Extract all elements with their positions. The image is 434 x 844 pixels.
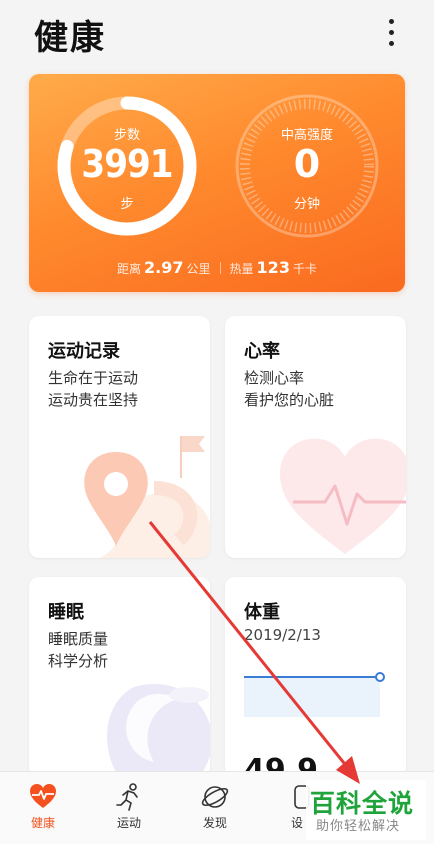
- planet-icon: [201, 786, 229, 808]
- nav-item-health[interactable]: 健康: [0, 772, 86, 844]
- card-subtitle: 生命在于运动: [48, 369, 139, 387]
- nav-item-discover[interactable]: 发现: [172, 772, 258, 844]
- card-title: 体重: [244, 602, 280, 623]
- weight-card[interactable]: 体重 2019/2/13 49.9: [225, 577, 406, 777]
- page-title: 健康: [34, 18, 106, 58]
- more-options-icon[interactable]: [380, 16, 404, 50]
- app-header: 健康: [0, 0, 434, 70]
- calories-value: 123: [256, 258, 290, 277]
- steps-unit: 步: [120, 197, 134, 212]
- distance-calories-summary: 距离 2.97 公里 热量 123 千卡: [29, 258, 405, 277]
- weight-date: 2019/2/13: [244, 626, 321, 644]
- distance-value: 2.97: [144, 258, 184, 277]
- calories-unit: 千卡: [292, 262, 317, 276]
- card-subtitle: 运动贵在坚持: [48, 391, 139, 409]
- nav-item-exercise[interactable]: 运动: [86, 772, 172, 844]
- sleep-card[interactable]: 睡眠 睡眠质量 科学分析: [29, 577, 210, 777]
- intensity-unit: 分钟: [293, 197, 320, 212]
- card-subtitle: 检测心率: [244, 369, 305, 387]
- heart-rate-card[interactable]: 心率 检测心率 看护您的心脏: [225, 316, 406, 558]
- exercise-record-card[interactable]: 运动记录 生命在于运动 运动贵在坚持: [29, 316, 210, 558]
- steps-value: 3991: [81, 142, 173, 186]
- heart-pulse-icon: [280, 438, 406, 554]
- distance-label: 距离: [117, 262, 142, 276]
- nav-label: 运动: [116, 816, 141, 830]
- watermark-slogan: 助你轻松解决: [316, 819, 401, 834]
- calories-label: 热量: [229, 262, 254, 276]
- intensity-label: 中高强度: [280, 128, 333, 143]
- card-title: 睡眠: [48, 602, 84, 623]
- card-subtitle: 睡眠质量: [48, 630, 109, 648]
- weight-trend-chart-icon: [244, 672, 385, 717]
- moon-clouds-icon: [107, 683, 210, 777]
- running-icon: [116, 783, 138, 811]
- steps-ring[interactable]: 步数 3991 步: [53, 92, 201, 240]
- activity-summary-card[interactable]: 步数 3991 步 中高强度 0 分钟 距离 2.97 公里 热量 123 千卡: [29, 74, 405, 292]
- card-title: 心率: [244, 341, 280, 362]
- watermark: 百科全说 助你轻松解决: [306, 780, 426, 840]
- map-pin-route-icon: [84, 436, 210, 558]
- stats-divider: [219, 262, 221, 274]
- card-title: 运动记录: [48, 341, 120, 362]
- card-subtitle: 科学分析: [48, 652, 109, 670]
- nav-label: 发现: [202, 816, 227, 830]
- nav-label: 健康: [30, 816, 55, 830]
- intensity-value: 0: [293, 142, 321, 186]
- card-subtitle: 看护您的心脏: [244, 391, 335, 409]
- intensity-ring[interactable]: 中高强度 0 分钟: [233, 92, 381, 240]
- distance-unit: 公里: [186, 262, 211, 276]
- steps-label: 步数: [113, 128, 140, 143]
- heart-pulse-icon: [30, 784, 56, 808]
